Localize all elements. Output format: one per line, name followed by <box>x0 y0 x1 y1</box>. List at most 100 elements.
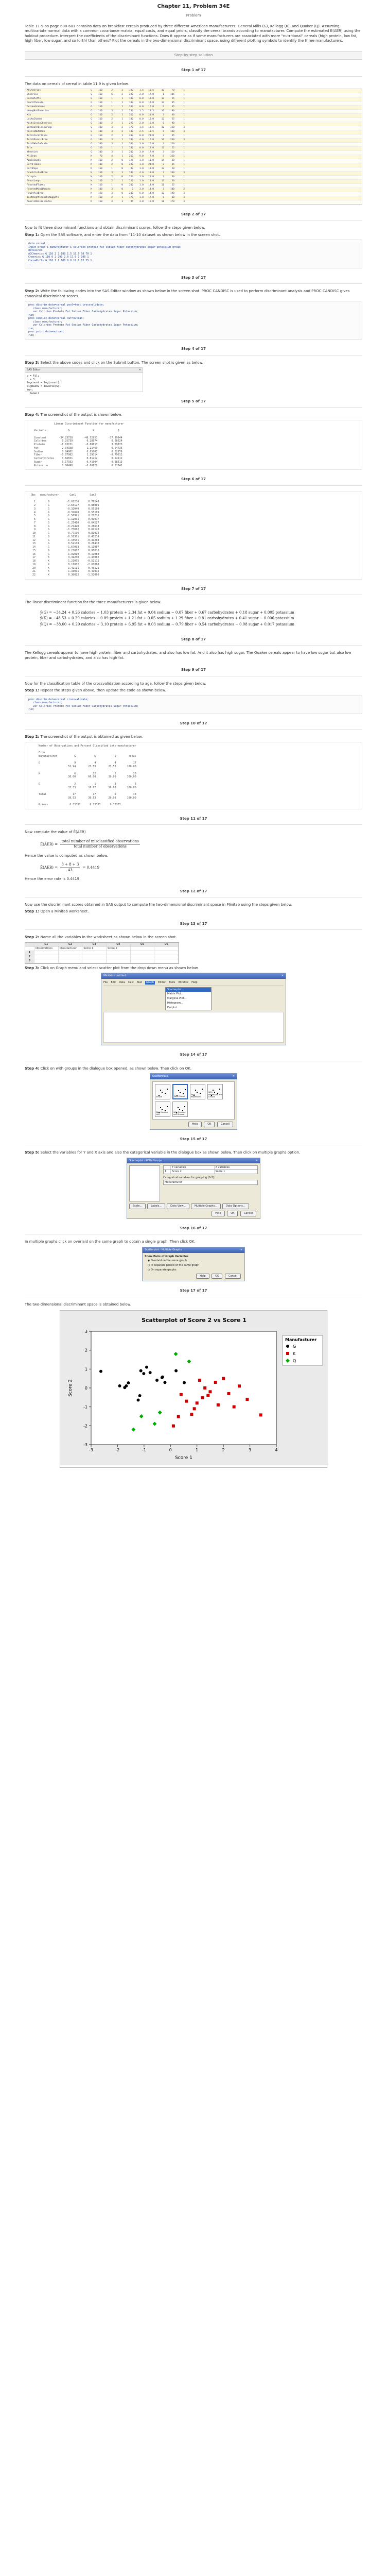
column-name-cell[interactable]: Observations <box>34 946 59 951</box>
worksheet-cell[interactable] <box>34 955 59 959</box>
table-cell: 110 <box>98 184 102 187</box>
column-header[interactable]: C6 <box>154 942 179 947</box>
worksheet-cell[interactable] <box>34 951 59 955</box>
thumbnail-point <box>165 1093 166 1094</box>
radio-option[interactable]: ◉ Overlaid on the same graph <box>148 1259 242 1263</box>
worksheet-cell[interactable] <box>34 959 59 963</box>
x-axis-label: Score 1 <box>175 1455 192 1461</box>
worksheet-cell[interactable] <box>58 959 83 963</box>
column-header[interactable]: C5 <box>130 942 155 947</box>
y-variable-field[interactable]: Score 2 <box>171 1170 215 1174</box>
column-header[interactable]: C4 <box>107 942 131 947</box>
step-text: Step 1: Open the SAS software, and enter… <box>25 232 220 237</box>
cancel-button[interactable]: Cancel <box>240 1211 256 1216</box>
ok-button[interactable]: OK <box>227 1211 238 1216</box>
column-header[interactable] <box>25 942 34 947</box>
column-header[interactable]: C2 <box>58 942 83 947</box>
menu-editor[interactable]: Editor <box>158 981 166 985</box>
scatterplot-type-option[interactable]: With Regression and Groups <box>207 1084 223 1099</box>
data-point-K <box>179 1393 183 1396</box>
menu-data[interactable]: Data <box>119 981 125 985</box>
graph-menu-item[interactable]: Histogram... <box>166 1001 211 1006</box>
scatterplot-type-option[interactable]: With Regression <box>190 1084 205 1099</box>
worksheet-cell[interactable] <box>130 951 155 955</box>
column-header[interactable]: C3 <box>82 942 107 947</box>
column-header[interactable]: C1 <box>34 942 59 947</box>
scatterplot-type-option[interactable]: With Groups <box>172 1084 188 1099</box>
column-list[interactable] <box>129 1165 160 1202</box>
menu-graph[interactable]: Graph <box>145 980 155 985</box>
menu-calc[interactable]: Calc <box>128 981 134 985</box>
table-cell: 10.0 <box>148 172 154 175</box>
worksheet-cell[interactable] <box>107 951 131 955</box>
menu-window[interactable]: Window <box>178 981 188 985</box>
graph-menu-item[interactable]: Marginal Plot... <box>166 996 211 1001</box>
graph-menu-item[interactable]: Matrix Plot... <box>166 992 211 996</box>
close-icon[interactable]: ✕ <box>139 368 141 372</box>
worksheet-cell[interactable] <box>107 959 131 963</box>
worksheet-cell[interactable] <box>130 959 155 963</box>
menu-edit[interactable]: Edit <box>111 981 116 985</box>
column-name-cell[interactable] <box>154 946 179 951</box>
ok-button[interactable]: OK <box>212 1273 223 1279</box>
dialog-option-button[interactable]: Data View... <box>167 1204 189 1210</box>
scatterplot-type-option[interactable]: With Connect and Groups <box>172 1101 188 1117</box>
column-name-cell[interactable] <box>25 946 34 951</box>
menu-bar: File Edit Data Calc Stat Graph Editor Tools Wind… <box>103 980 284 986</box>
table-cell: 190 <box>170 192 174 195</box>
help-button[interactable]: Help <box>188 1122 202 1127</box>
close-icon[interactable]: ✕ <box>256 1159 258 1163</box>
dialog-option-button[interactable]: Multiple Graphs... <box>190 1204 221 1210</box>
dialog-option-button[interactable]: Scale... <box>129 1204 146 1210</box>
close-icon[interactable]: ✕ <box>233 1075 235 1078</box>
dialog-option-button[interactable]: Data Options... <box>222 1204 249 1210</box>
scatterplot-type-option[interactable]: With Connect Line <box>155 1101 170 1117</box>
worksheet-cell[interactable] <box>82 959 107 963</box>
column-name-cell[interactable]: Score 2 <box>107 946 131 951</box>
graph-menu-item[interactable]: Dotplot... <box>166 1006 211 1010</box>
dialog-option-button[interactable]: Labels... <box>147 1204 166 1210</box>
worksheet-cell[interactable] <box>82 951 107 955</box>
table-cell: 3 <box>183 200 185 204</box>
table-cell: 12.0 <box>148 118 154 121</box>
cancel-button[interactable]: Cancel <box>217 1122 233 1127</box>
menu-tools[interactable]: Tools <box>169 981 175 985</box>
table-cell: 320 <box>170 155 174 158</box>
categorical-field[interactable]: Manufacturer <box>163 1179 258 1185</box>
step-text: The two-dimensional discriminant space i… <box>25 1302 131 1307</box>
table-cell: 1 <box>121 139 123 142</box>
row-number: 1 <box>25 951 34 955</box>
worksheet-cell[interactable] <box>130 955 155 959</box>
graph-menu-item[interactable]: Scatterplot... <box>166 987 211 992</box>
radio-option[interactable]: ○ On separate graphs <box>148 1268 242 1272</box>
worksheet-cell[interactable] <box>154 951 179 955</box>
help-button[interactable]: Help <box>196 1273 209 1279</box>
menu-file[interactable]: File <box>103 981 108 985</box>
table-cell: G <box>91 134 92 138</box>
column-name-cell[interactable]: Score 1 <box>82 946 107 951</box>
menu-stat[interactable]: Stat <box>137 981 142 985</box>
x-variable-field[interactable]: Score 1 <box>215 1170 258 1174</box>
worksheet-cell[interactable] <box>154 955 179 959</box>
editor-body[interactable]: p = Fil; n = 3; logcount = log(count); s… <box>25 373 143 395</box>
close-icon[interactable]: ✕ <box>240 1248 242 1252</box>
column-name-cell[interactable] <box>130 946 155 951</box>
worksheet-cell[interactable] <box>58 951 83 955</box>
help-button[interactable]: Help <box>212 1211 225 1216</box>
close-icon[interactable]: ✕ <box>282 974 284 978</box>
table-cell: 3.0 <box>139 200 144 204</box>
cancel-button[interactable]: Cancel <box>225 1273 241 1279</box>
table-cell: 3 <box>111 188 113 191</box>
minitab-worksheet[interactable]: C1 C2 C3 C4 C5 C6 Observations Manufacturer Scor… <box>25 942 179 964</box>
radio-option[interactable]: ○ In separate panels of the same graph <box>148 1264 242 1267</box>
scatterplot-type-option[interactable]: Simple <box>155 1084 170 1099</box>
menu-help[interactable]: Help <box>191 981 197 985</box>
worksheet-cell[interactable] <box>58 955 83 959</box>
worksheet-cell[interactable] <box>82 955 107 959</box>
table-cell: 90 <box>130 167 133 171</box>
worksheet-cell[interactable] <box>107 955 131 959</box>
worksheet-cell[interactable] <box>154 959 179 963</box>
table-cell: 110 <box>98 196 102 199</box>
ok-button[interactable]: OK <box>204 1122 215 1127</box>
column-name-cell[interactable]: Manufacturer <box>58 946 83 951</box>
